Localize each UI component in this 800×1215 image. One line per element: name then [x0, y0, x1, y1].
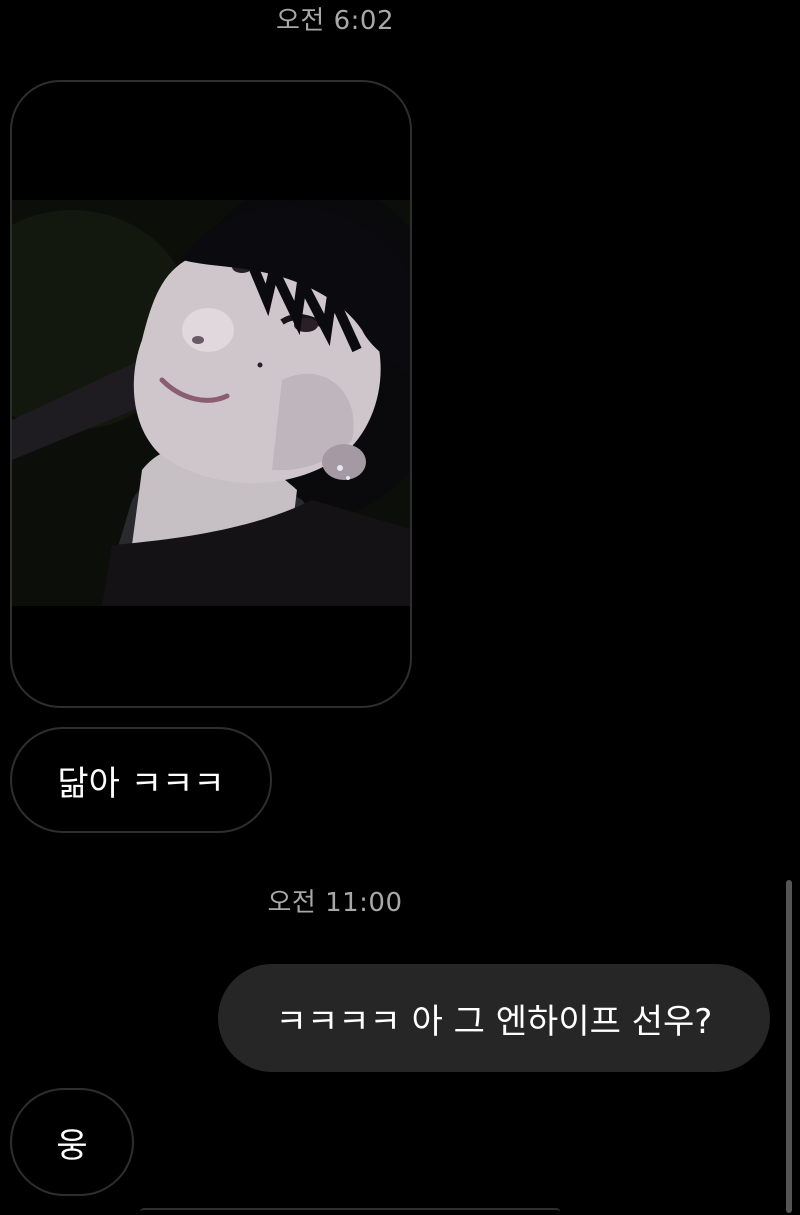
scrollbar[interactable] — [786, 880, 792, 1213]
outgoing-message-bubble[interactable]: ㅋㅋㅋㅋ 아 그 엔하이프 선우? — [218, 964, 770, 1072]
incoming-message-bubble[interactable]: 웅 — [10, 1088, 134, 1196]
message-text: ㅋㅋㅋㅋ 아 그 엔하이프 선우? — [275, 1001, 713, 1042]
message-text: 웅 — [56, 1125, 88, 1166]
incoming-message-bubble[interactable]: 닮아 ㅋㅋㅋ — [10, 727, 272, 833]
photo-message[interactable] — [10, 80, 412, 708]
timestamp: 오전 11:00 — [267, 888, 403, 918]
next-message-edge — [140, 1208, 560, 1215]
message-text: 닮아 ㅋㅋㅋ — [57, 763, 225, 804]
selfie-photo[interactable] — [12, 200, 410, 606]
timestamp: 오전 6:02 — [276, 6, 394, 36]
selfie-image — [12, 200, 410, 606]
